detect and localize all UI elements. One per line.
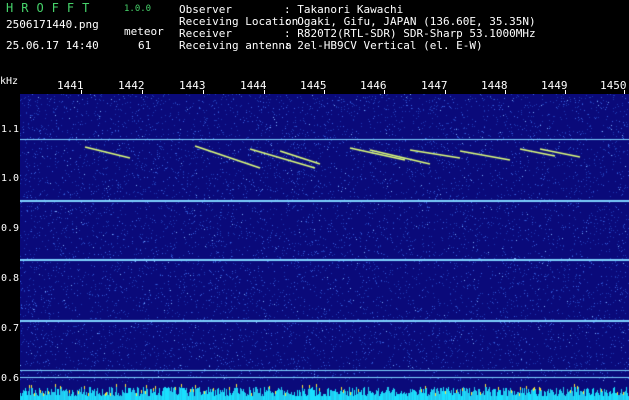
- capture-datetime: 25.06.17 14:40: [6, 39, 99, 52]
- meteor-label: meteor: [124, 25, 164, 38]
- time-tick-1450: 1450: [600, 79, 627, 92]
- freq-tick-0.9: 0.9: [1, 223, 20, 234]
- time-tick-1445: 1445: [300, 79, 327, 92]
- spectrogram-canvas: [20, 94, 629, 400]
- time-tick-1441: 1441: [57, 79, 84, 92]
- time-tick-1449: 1449: [541, 79, 568, 92]
- header-panel: HROFFT 1.0.0 2506171440.png 25.06.17 14:…: [0, 0, 629, 76]
- meteor-count: 61: [138, 39, 152, 52]
- image-filename: 2506171440.png: [6, 18, 99, 31]
- freq-tick-1.0: 1.0: [1, 173, 20, 184]
- app-title: HROFFT: [6, 1, 98, 15]
- time-tick-1442: 1442: [118, 79, 145, 92]
- frequency-unit-label: kHz: [0, 76, 19, 87]
- freq-tick-1.1: 1.1: [1, 124, 20, 135]
- time-tick-1444: 1444: [240, 79, 267, 92]
- app-version: 1.0.0: [124, 4, 152, 14]
- freq-tick-0.8: 0.8: [1, 273, 20, 284]
- time-tick-1447: 1447: [421, 79, 448, 92]
- time-tick-1448: 1448: [481, 79, 508, 92]
- antenna-value: : 2el-HB9CV Vertical (el. E-W): [284, 39, 483, 52]
- time-tick-1443: 1443: [179, 79, 206, 92]
- freq-tick-0.6: 0.6: [1, 373, 20, 384]
- antenna-label: Receiving antenna: [179, 39, 292, 52]
- time-tick-1446: 1446: [360, 79, 387, 92]
- freq-tick-0.7: 0.7: [1, 323, 20, 334]
